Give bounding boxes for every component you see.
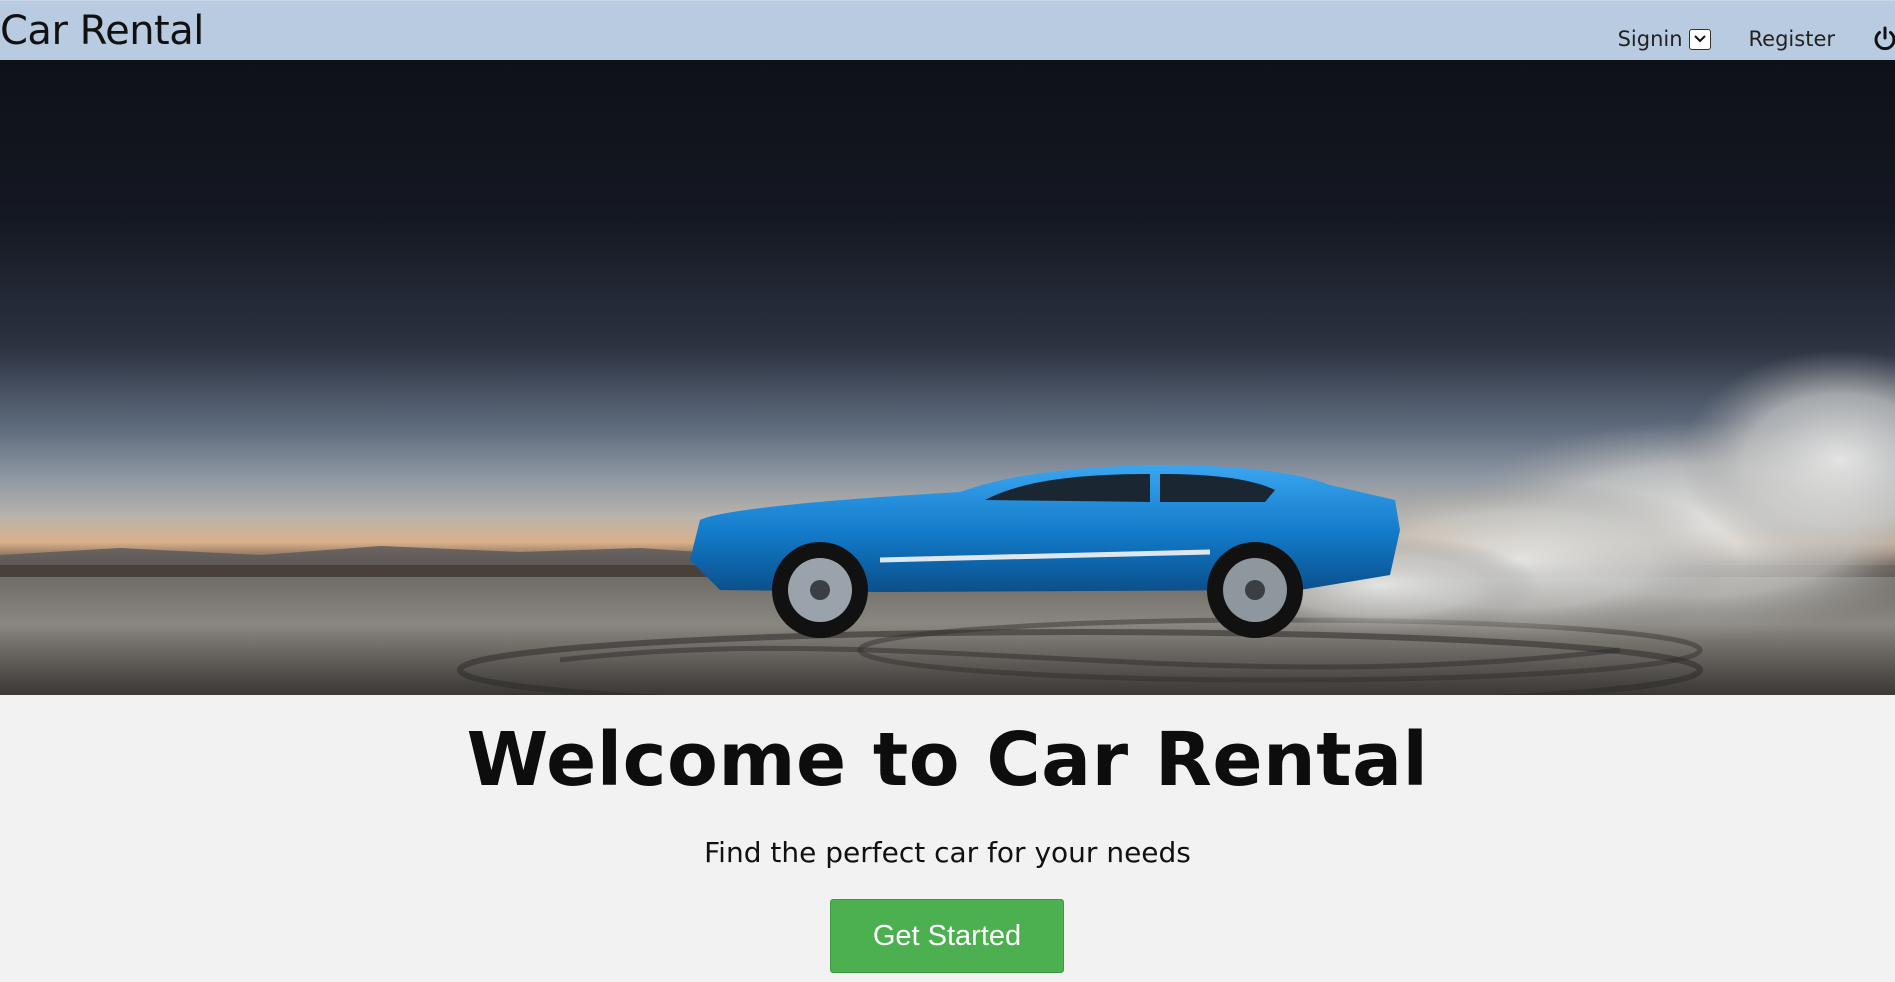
nav-right: Signin Register xyxy=(1618,1,1895,61)
get-started-button[interactable]: Get Started xyxy=(830,899,1064,973)
page-title: Welcome to Car Rental xyxy=(466,717,1429,803)
register-link[interactable]: Register xyxy=(1749,27,1835,51)
page-subtitle: Find the perfect car for your needs xyxy=(704,836,1191,869)
chevron-down-icon[interactable] xyxy=(1688,28,1711,50)
hero-banner xyxy=(0,60,1895,695)
car-hero-image xyxy=(0,350,1895,695)
top-navbar: Car Rental Signin Register xyxy=(0,0,1895,60)
signin-label[interactable]: Signin xyxy=(1618,27,1683,51)
signin-dropdown[interactable]: Signin xyxy=(1618,27,1711,51)
welcome-section: Welcome to Car Rental Find the perfect c… xyxy=(0,695,1895,982)
power-icon[interactable] xyxy=(1871,25,1895,53)
brand-title[interactable]: Car Rental xyxy=(0,5,204,57)
